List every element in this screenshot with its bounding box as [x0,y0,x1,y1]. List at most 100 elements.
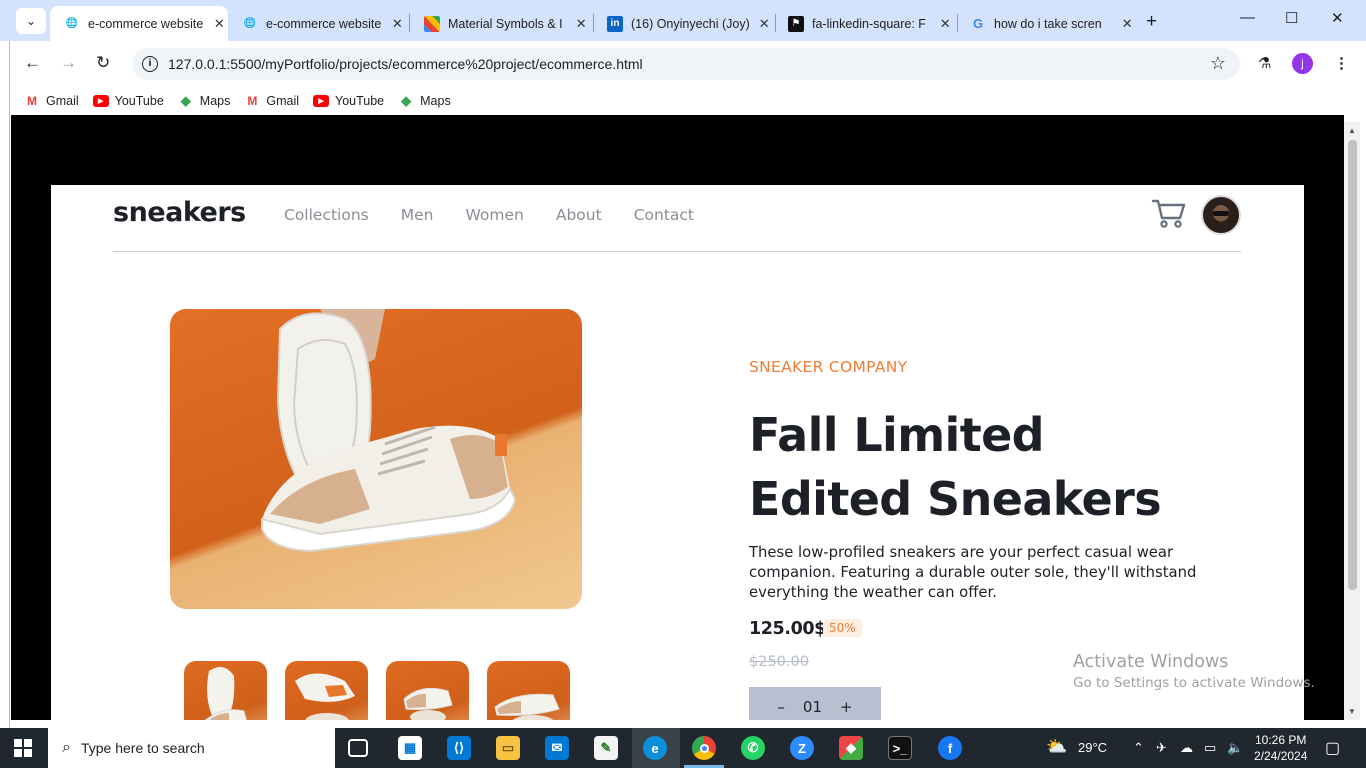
maps-icon: ◆ [401,93,412,108]
weather-temperature[interactable]: 29°C [1078,740,1107,755]
menu-kebab-icon[interactable]: ⋮ [1334,54,1349,72]
sticky-notes-icon[interactable]: ✎ [594,736,618,760]
windows-start-icon[interactable] [14,739,32,757]
edge-icon[interactable]: e [643,736,667,760]
maximize-icon[interactable]: ☐ [1285,9,1298,27]
nav-collections[interactable]: Collections [284,206,369,224]
site-info-icon[interactable]: i [142,56,158,72]
site-nav: Collections Men Women About Contact [284,206,726,224]
tab-linkedin[interactable]: in (16) Onyinyechi (Joy) ✕ [593,6,773,41]
material-icon [424,15,440,32]
bookmark-label: YouTube [114,94,164,108]
increment-button[interactable]: + [840,698,853,716]
mail-icon[interactable]: ✉ [545,736,569,760]
terminal-icon[interactable]: >_ [888,736,912,760]
cloud-icon[interactable]: ☁ [1180,740,1193,756]
discount-badge: 50% [823,619,862,637]
back-arrow-icon[interactable]: ← [24,53,41,73]
bookmarks-bar: M Gmail ▶ YouTube ◆ Maps M Gmail ▶ YouTube ◆ M… [10,87,1366,115]
tray-chevron-up-icon[interactable]: ⌃ [1133,740,1144,756]
close-window-icon[interactable]: ✕ [1331,9,1344,27]
thumbnail-sneaker [494,693,560,720]
taskbar-clock[interactable]: 10:26 PM 2/24/2024 [1254,732,1307,764]
chrome-icon[interactable] [692,736,716,760]
bookmark-maps[interactable]: ◆ Maps [178,93,231,108]
decrement-button[interactable]: – [777,698,785,716]
close-tab-icon[interactable]: ✕ [211,16,228,32]
tab-fa-linkedin[interactable]: ⚑ fa-linkedin-square: F ✕ [774,6,954,41]
file-explorer-icon[interactable]: ▭ [496,736,520,760]
thumbnail-3[interactable] [386,661,469,720]
vscode-icon[interactable]: ⟨⟩ [447,736,471,760]
tab-google-search[interactable]: G how do i take scren ✕ [956,6,1136,41]
bookmark-label: Maps [420,94,451,108]
store-icon[interactable]: ▦ [398,736,422,760]
youtube-icon: ▶ [313,95,330,107]
watermark-title: Activate Windows [1073,652,1229,672]
scroll-thumb[interactable] [1348,140,1357,590]
bookmark-label: Gmail [266,94,300,108]
thumbnail-sneaker [403,687,453,720]
nav-men[interactable]: Men [401,206,434,224]
sneaker-illustration [261,309,517,553]
tab-material-symbols[interactable]: Material Symbols & I ✕ [410,6,590,41]
thumbnail-2[interactable] [285,661,368,720]
close-tab-icon[interactable]: ✕ [937,16,955,32]
nav-contact[interactable]: Contact [634,206,694,224]
bookmark-maps[interactable]: ◆ Maps [398,93,451,108]
task-view-icon[interactable] [348,739,368,757]
quantity-value: 01 [802,698,822,716]
thumbnail-1[interactable] [184,661,267,720]
bookmark-gmail[interactable]: M Gmail [24,94,79,108]
bookmark-youtube[interactable]: ▶ YouTube [92,94,164,108]
product-main-image[interactable] [170,309,582,609]
address-bar[interactable]: i 127.0.0.1:5500/myPortfolio/projects/ec… [132,48,1240,80]
zoom-icon[interactable]: Z [790,736,814,760]
close-tab-icon[interactable]: ✕ [573,16,591,32]
bookmark-gmail[interactable]: M Gmail [244,94,299,108]
profile-avatar[interactable]: j [1292,53,1313,74]
facebook-icon[interactable]: f [938,736,962,760]
whatsapp-icon[interactable]: ✆ [741,736,765,760]
thumbnail-sneaker [295,673,355,720]
close-tab-icon[interactable]: ✕ [389,16,406,32]
gmail-icon: M [27,94,37,108]
scroll-down-arrow-icon[interactable]: ▼ [1348,707,1356,716]
page-scrollbar[interactable]: ▲ ▼ [1344,122,1360,720]
minimize-icon[interactable]: — [1240,9,1255,26]
volume-icon[interactable]: 🔈 [1227,740,1243,756]
tab-search-button[interactable]: ⌄ [16,8,46,34]
globe-icon: 🌐 [243,18,257,29]
avatar-sunglasses [1213,211,1229,216]
labs-flask-icon[interactable]: ⚗ [1258,54,1271,72]
nav-women[interactable]: Women [465,206,523,224]
close-tab-icon[interactable]: ✕ [1119,16,1137,32]
tab-ecommerce-active[interactable]: 🌐 e-commerce website ✕ [50,6,228,41]
maps-icon: ◆ [180,93,191,108]
git-icon[interactable]: ◆ [839,736,863,760]
notifications-icon[interactable]: ▢ [1325,738,1340,758]
scroll-up-arrow-icon[interactable]: ▲ [1348,126,1356,135]
forward-arrow-icon[interactable]: → [60,53,77,73]
bookmark-label: YouTube [335,94,385,108]
nav-about[interactable]: About [556,206,602,224]
user-avatar[interactable] [1201,195,1241,235]
weather-icon[interactable]: ⛅ [1046,737,1067,757]
network-icon[interactable]: ▭ [1204,740,1216,756]
watermark-subtitle: Go to Settings to activate Windows. [1073,675,1315,691]
tab-ecommerce[interactable]: 🌐 e-commerce website ✕ [228,6,406,41]
taskbar-search[interactable]: ⌕ Type here to search [48,728,335,768]
taskbar-search-placeholder: Type here to search [80,740,205,756]
new-tab-button[interactable]: + [1146,11,1157,33]
original-price: $250.00 [749,654,809,670]
site-logo[interactable]: sneakers [113,197,246,228]
tab-label: how do i take scren [994,16,1102,31]
bookmark-star-icon[interactable]: ☆ [1210,53,1226,74]
address-url[interactable]: 127.0.0.1:5500/myPortfolio/projects/ecom… [168,56,643,72]
bookmark-youtube[interactable]: ▶ YouTube [313,94,384,108]
airplane-icon[interactable]: ✈ [1156,740,1167,756]
reload-icon[interactable]: ↻ [96,53,110,73]
close-tab-icon[interactable]: ✕ [756,16,774,32]
thumbnail-4[interactable] [487,661,570,720]
cart-icon[interactable] [1151,197,1187,229]
